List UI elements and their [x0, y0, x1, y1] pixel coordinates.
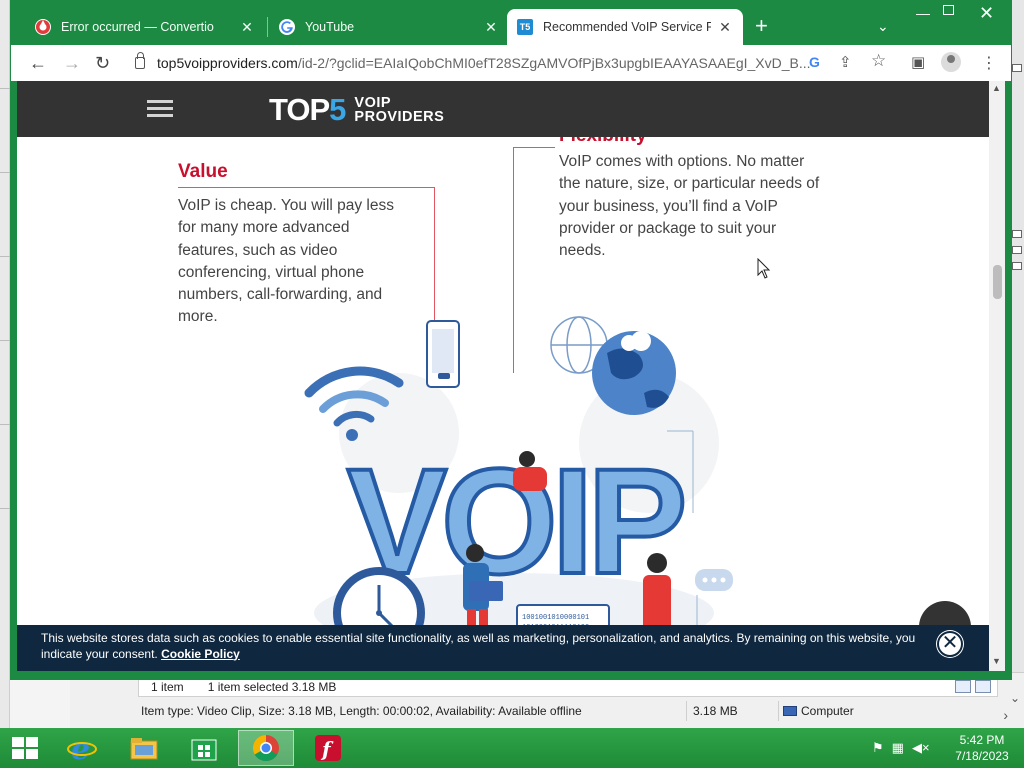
window-maximize-button[interactable] [943, 5, 954, 15]
flexibility-divider [513, 147, 555, 148]
reload-button[interactable]: ↻ [95, 53, 110, 74]
explorer-details-bar: Item type: Video Clip, Size: 3.18 MB, Le… [138, 701, 998, 721]
cookie-close-button[interactable]: ✕ [937, 631, 963, 657]
tab-close-icon[interactable]: ✕ [483, 19, 499, 36]
top5-favicon-icon: T5 [517, 19, 533, 35]
value-heading: Value [178, 161, 228, 182]
clock-date: 7/18/2023 [955, 749, 1009, 763]
browser-toolbar: ← → ↻ top5voipproviders.com/id-2/?gclid=… [11, 45, 1011, 81]
scroll-down-arrow-icon[interactable]: ▼ [992, 656, 1001, 666]
internet-explorer-icon[interactable]: e [54, 730, 110, 766]
site-logo-overlay[interactable]: TOP 5 VOIP PROVIDERS [269, 92, 444, 128]
mouse-cursor-icon [757, 258, 771, 279]
window-close-button[interactable]: ✕ [979, 3, 994, 24]
explorer-item-count: 1 item [151, 680, 184, 694]
file-explorer-icon[interactable] [116, 730, 172, 766]
chrome-window: Error occurred — Convertio ✕ YouTube ✕ T… [10, 0, 1012, 680]
chevron-right-icon[interactable]: › [1003, 707, 1008, 723]
window-minimize-button[interactable]: — [916, 5, 930, 21]
flag-icon[interactable]: ⚑ [872, 740, 884, 756]
tab-separator [267, 17, 268, 37]
explorer-view-toggles[interactable] [955, 680, 991, 693]
tab-strip: Error occurred — Convertio ✕ YouTube ✕ T… [11, 1, 1011, 45]
chrome-taskbar-icon[interactable] [238, 730, 294, 766]
new-tab-button[interactable]: + [755, 15, 768, 37]
cookie-policy-link[interactable]: Cookie Policy [161, 647, 240, 661]
scroll-thumb[interactable] [993, 265, 1002, 299]
explorer-window: 1 item 1 item selected 3.18 MB Item type… [70, 672, 1024, 728]
explorer-location: Computer [778, 701, 854, 721]
convertio-favicon-icon [35, 19, 51, 35]
details-view-icon[interactable] [955, 680, 971, 693]
flash-player-icon[interactable]: f [300, 730, 356, 766]
google-favicon-icon [279, 19, 295, 35]
bookmark-star-icon[interactable]: ☆ [871, 51, 886, 71]
tab-close-icon[interactable]: ✕ [239, 19, 255, 36]
page-viewport: TOP 5 VOIP PROVIDERS Flexibility TOP 5 V… [17, 81, 989, 671]
background-window-edge-left [0, 0, 10, 728]
tab-title: YouTube [305, 20, 355, 34]
google-lens-icon[interactable]: G [809, 54, 825, 70]
scroll-up-arrow-icon[interactable]: ▲ [992, 83, 1001, 93]
hamburger-menu-icon-overlay[interactable] [147, 100, 173, 118]
computer-icon [783, 706, 797, 716]
flexibility-body: VoIP comes with options. No matter the n… [559, 153, 820, 260]
share-icon[interactable]: ⇪ [839, 53, 852, 71]
tab-title: Recommended VoIP Service Provid [543, 20, 711, 34]
chrome-menu-icon[interactable]: ⋮ [981, 53, 997, 73]
value-connector-line [434, 187, 435, 325]
lock-icon[interactable] [135, 52, 145, 69]
chevron-down-icon[interactable]: ⌄ [1010, 691, 1020, 705]
voip-illustration: VOIP 1001001010000101 1010001011110100 1… [304, 316, 733, 671]
tab-search-button[interactable]: ⌄ [877, 18, 889, 35]
network-icon[interactable]: ▦ [892, 740, 904, 756]
tab-convertio[interactable]: Error occurred — Convertio ✕ [25, 9, 265, 45]
taskbar-clock[interactable]: 5:42 PM 7/18/2023 [952, 732, 1012, 764]
tab-youtube[interactable]: YouTube ✕ [269, 9, 509, 45]
explorer-size: 3.18 MB [686, 701, 776, 721]
profile-avatar[interactable] [941, 52, 961, 72]
tab-title: Error occurred — Convertio [61, 20, 214, 34]
tab-top5voip[interactable]: T5 Recommended VoIP Service Provid ✕ [507, 9, 743, 45]
explorer-item-details: Item type: Video Clip, Size: 3.18 MB, Le… [141, 704, 582, 718]
windows-taskbar: e f ⚑ ▦ ◀× 5:42 PM 7/18/2023 [0, 728, 1024, 768]
side-panel-icon[interactable]: ▣ [911, 53, 925, 71]
volume-muted-icon[interactable]: ◀× [912, 740, 930, 756]
explorer-location-label: Computer [801, 704, 854, 718]
value-body: VoIP is cheap. You will pay less for man… [178, 197, 394, 326]
explorer-selected-info: 1 item selected 3.18 MB [207, 680, 337, 694]
back-button[interactable]: ← [29, 53, 47, 74]
page-scrollbar[interactable]: ▲ ▼ [989, 81, 1005, 671]
svg-text:e: e [71, 733, 90, 763]
start-button[interactable] [12, 737, 38, 759]
explorer-status-bar: 1 item 1 item selected 3.18 MB [138, 677, 998, 697]
address-url[interactable]: top5voipproviders.com/id-2/?gclid=EAIaIQ… [157, 55, 821, 71]
cookie-banner: This website stores data such as cookies… [17, 625, 989, 671]
forward-button[interactable]: → [63, 53, 81, 74]
binary-line: 1001001010000101 [522, 614, 589, 622]
clock-time: 5:42 PM [959, 733, 1005, 747]
store-icon[interactable] [176, 730, 232, 766]
large-icons-view-icon[interactable] [975, 680, 991, 693]
system-tray: ⚑ ▦ ◀× [872, 740, 930, 756]
value-divider [178, 187, 435, 188]
address-bar[interactable]: top5voipproviders.com/id-2/?gclid=EAIaIQ… [129, 50, 821, 76]
tab-close-icon[interactable]: ✕ [717, 19, 733, 36]
